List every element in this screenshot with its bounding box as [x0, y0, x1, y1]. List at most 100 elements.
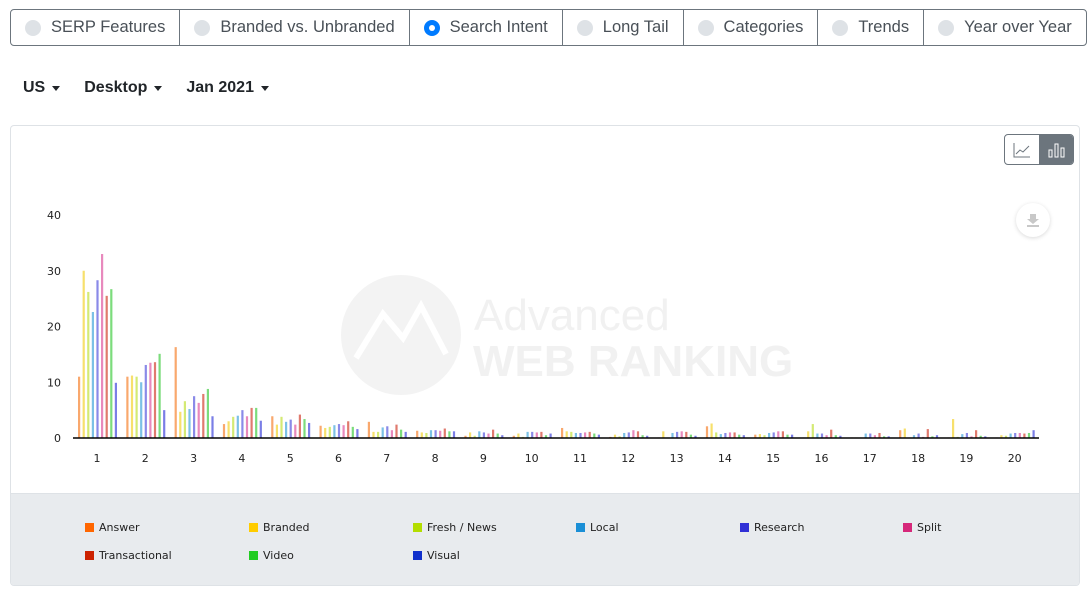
- legend-item-fresh-news[interactable]: Fresh / News: [413, 521, 497, 534]
- tab-year-over-year[interactable]: Year over Year: [924, 10, 1086, 45]
- bar-visual-6[interactable]: [356, 429, 359, 438]
- bar-transactional-17[interactable]: [878, 432, 881, 438]
- legend-item-transactional[interactable]: Transactional: [85, 549, 172, 562]
- bar-transactional-15[interactable]: [781, 431, 784, 438]
- bar-local-4[interactable]: [236, 415, 239, 438]
- bar-visual-7[interactable]: [404, 431, 407, 438]
- bar-transactional-1[interactable]: [105, 295, 108, 438]
- bar-research-5[interactable]: [289, 419, 292, 438]
- bar-split-7[interactable]: [390, 430, 393, 438]
- bar-transactional-19[interactable]: [975, 430, 978, 438]
- bar-research-15[interactable]: [772, 432, 775, 438]
- bar-split-20[interactable]: [1018, 432, 1021, 438]
- bar-transactional-16[interactable]: [830, 429, 833, 438]
- bar-transactional-6[interactable]: [347, 421, 350, 438]
- bar-branded-19[interactable]: [952, 419, 955, 438]
- bar-research-8[interactable]: [434, 430, 437, 438]
- legend-item-research[interactable]: Research: [740, 521, 804, 534]
- bar-chart-button[interactable]: [1039, 135, 1073, 164]
- bar-local-10[interactable]: [526, 431, 529, 438]
- bar-local-1[interactable]: [91, 312, 94, 438]
- bar-split-11[interactable]: [584, 432, 587, 438]
- bar-research-14[interactable]: [724, 432, 727, 438]
- tab-serp-features[interactable]: SERP Features: [11, 10, 181, 45]
- bar-local-8[interactable]: [429, 430, 433, 438]
- bar-branded-3[interactable]: [179, 411, 182, 438]
- legend-item-video[interactable]: Video: [249, 549, 294, 562]
- bar-answer-6[interactable]: [319, 425, 322, 438]
- bar-transactional-12[interactable]: [636, 431, 640, 438]
- bar-fresh-news-8[interactable]: [425, 432, 428, 438]
- bar-split-15[interactable]: [777, 431, 780, 438]
- bar-branded-8[interactable]: [420, 432, 423, 438]
- bar-fresh-news-11[interactable]: [570, 431, 573, 438]
- legend-item-branded[interactable]: Branded: [249, 521, 310, 534]
- bar-fresh-news-5[interactable]: [280, 416, 283, 438]
- bar-local-3[interactable]: [188, 409, 191, 438]
- bar-local-15[interactable]: [768, 432, 771, 438]
- bar-split-8[interactable]: [439, 430, 442, 438]
- bar-answer-11[interactable]: [561, 427, 564, 438]
- bar-visual-8[interactable]: [452, 431, 456, 438]
- bar-branded-1[interactable]: [82, 270, 85, 438]
- tab-trends[interactable]: Trends: [818, 10, 925, 45]
- bar-answer-5[interactable]: [271, 416, 274, 438]
- bar-visual-4[interactable]: [259, 420, 262, 438]
- bar-answer-14[interactable]: [705, 426, 709, 438]
- bar-branded-5[interactable]: [275, 424, 278, 438]
- bar-research-4[interactable]: [241, 410, 244, 438]
- bar-research-13[interactable]: [676, 431, 679, 438]
- bar-research-3[interactable]: [193, 396, 196, 438]
- bar-video-6[interactable]: [351, 426, 354, 438]
- bar-research-1[interactable]: [96, 280, 99, 438]
- bar-answer-4[interactable]: [222, 424, 226, 438]
- bar-video-7[interactable]: [400, 429, 403, 438]
- bar-research-11[interactable]: [579, 432, 582, 438]
- bar-research-10[interactable]: [531, 431, 534, 438]
- bar-local-9[interactable]: [478, 431, 481, 438]
- bar-video-3[interactable]: [206, 388, 209, 438]
- tab-categories[interactable]: Categories: [684, 10, 819, 45]
- bar-fresh-news-14[interactable]: [715, 432, 718, 438]
- bar-local-11[interactable]: [574, 432, 577, 438]
- bar-transactional-5[interactable]: [298, 414, 301, 438]
- bar-video-20[interactable]: [1027, 432, 1031, 438]
- bar-visual-20[interactable]: [1032, 430, 1035, 438]
- legend-item-split[interactable]: Split: [903, 521, 941, 534]
- bar-local-2[interactable]: [140, 382, 143, 438]
- legend-item-visual[interactable]: Visual: [413, 549, 460, 562]
- bar-answer-18[interactable]: [899, 430, 902, 438]
- bar-transactional-7[interactable]: [395, 424, 398, 438]
- tab-search-intent[interactable]: Search Intent: [410, 10, 563, 45]
- bar-transactional-9[interactable]: [492, 429, 495, 438]
- bar-transactional-11[interactable]: [588, 431, 591, 438]
- bar-fresh-news-16[interactable]: [811, 424, 814, 438]
- bar-split-4[interactable]: [245, 416, 249, 438]
- bar-answer-2[interactable]: [126, 376, 129, 438]
- bar-fresh-news-3[interactable]: [183, 401, 186, 438]
- bar-video-2[interactable]: [158, 353, 161, 438]
- download-button[interactable]: [1016, 203, 1050, 237]
- bar-research-19[interactable]: [965, 432, 968, 438]
- bar-split-12[interactable]: [632, 430, 635, 438]
- bar-split-2[interactable]: [149, 362, 152, 438]
- bar-local-5[interactable]: [285, 421, 288, 438]
- bar-research-20[interactable]: [1014, 432, 1017, 438]
- bar-transactional-14[interactable]: [733, 432, 736, 438]
- bar-visual-1[interactable]: [114, 382, 117, 438]
- bar-transactional-3[interactable]: [202, 393, 205, 438]
- bar-branded-16[interactable]: [807, 431, 810, 438]
- bar-branded-14[interactable]: [710, 423, 713, 438]
- bar-fresh-news-1[interactable]: [87, 291, 90, 438]
- bar-split-10[interactable]: [535, 432, 538, 438]
- bar-research-6[interactable]: [337, 424, 341, 438]
- bar-video-1[interactable]: [110, 289, 113, 438]
- bar-visual-2[interactable]: [163, 410, 166, 438]
- bar-research-12[interactable]: [627, 432, 630, 438]
- bar-transactional-18[interactable]: [926, 429, 929, 438]
- bar-fresh-news-2[interactable]: [135, 376, 138, 438]
- bar-transactional-13[interactable]: [685, 431, 688, 438]
- bar-transactional-10[interactable]: [540, 431, 543, 438]
- bar-branded-6[interactable]: [324, 427, 327, 438]
- bar-branded-2[interactable]: [130, 375, 134, 438]
